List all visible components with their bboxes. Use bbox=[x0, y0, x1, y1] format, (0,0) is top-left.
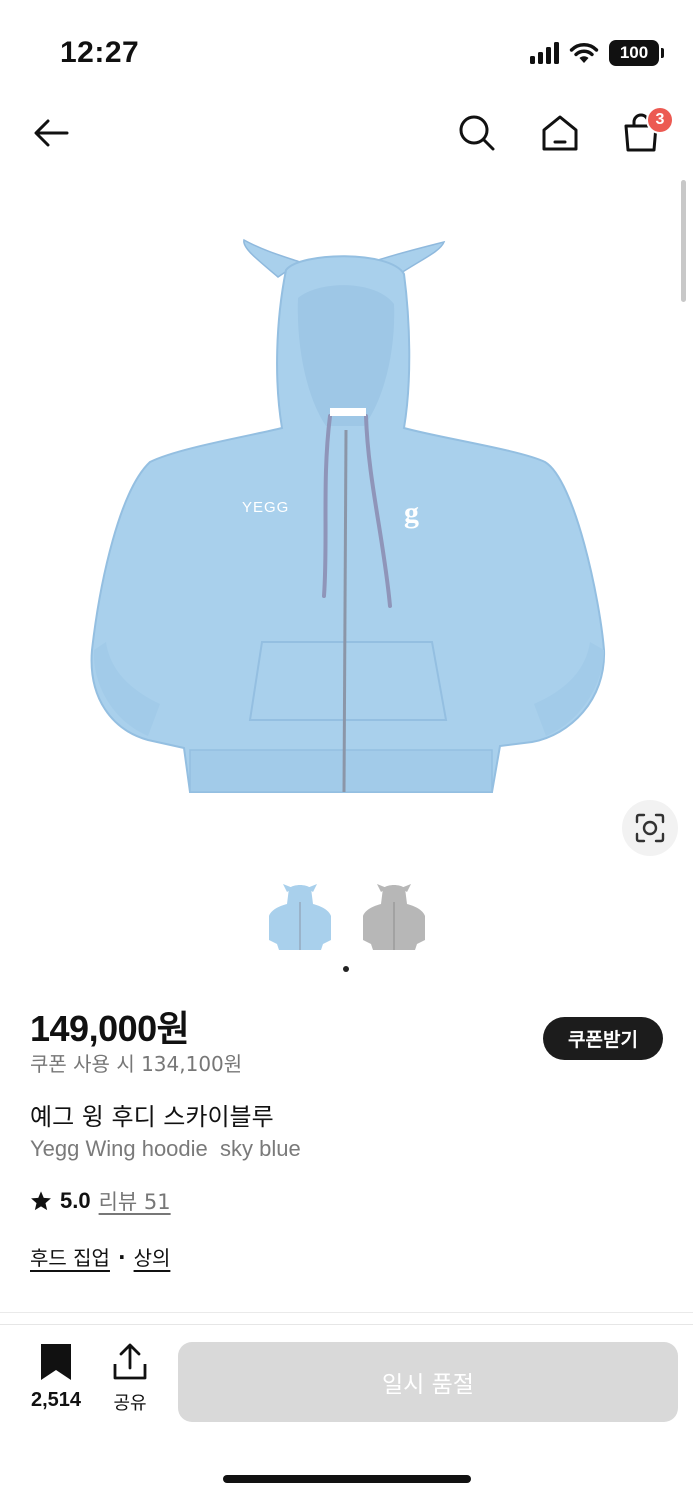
bottom-action-bar: 2,514 공유 일시 품절 bbox=[0, 1324, 693, 1500]
status-time: 12:27 bbox=[60, 36, 140, 69]
status-icons: 100 bbox=[530, 40, 664, 66]
image-thumbnails bbox=[0, 878, 693, 958]
search-icon bbox=[459, 115, 495, 151]
product-image-carousel[interactable]: YEGG g bbox=[0, 180, 693, 870]
category-link-hood-zipup[interactable]: 후드 집업 bbox=[30, 1242, 110, 1271]
search-button[interactable] bbox=[452, 108, 502, 158]
section-divider bbox=[0, 1312, 693, 1313]
navigation-bar: 3 bbox=[0, 100, 693, 170]
share-button[interactable]: 공유 bbox=[104, 1343, 156, 1415]
home-icon bbox=[542, 115, 578, 151]
arrow-left-icon bbox=[34, 119, 69, 147]
bookmark-button[interactable]: 2,514 bbox=[22, 1343, 90, 1412]
visual-search-button[interactable] bbox=[622, 800, 678, 856]
battery-level: 100 bbox=[619, 43, 649, 62]
category-breadcrumb: 후드 집업 · 상의 bbox=[30, 1242, 170, 1271]
product-title-korean: 예그 윙 후디 스카이블루 bbox=[30, 1103, 274, 1131]
camera-scan-icon bbox=[635, 813, 665, 843]
hoodie-thumbnail-gray bbox=[362, 884, 425, 950]
scrollbar[interactable] bbox=[681, 180, 686, 302]
product-price: 149,000원 bbox=[30, 1008, 190, 1049]
battery-icon: 100 bbox=[609, 40, 664, 66]
share-label: 공유 bbox=[113, 1393, 147, 1414]
share-icon bbox=[113, 1343, 147, 1380]
wifi-icon bbox=[569, 43, 599, 63]
home-indicator[interactable] bbox=[223, 1475, 471, 1483]
bookmark-icon bbox=[41, 1344, 71, 1380]
cart-count-badge: 3 bbox=[646, 106, 674, 134]
hoodie-brand-print: YEGG bbox=[242, 499, 289, 516]
category-separator: · bbox=[117, 1244, 126, 1269]
star-icon bbox=[31, 1191, 51, 1211]
bookmark-count: 2,514 bbox=[30, 1389, 82, 1411]
thumbnail-sky-blue[interactable] bbox=[263, 878, 337, 954]
rating-row: 5.0 리뷰 51 bbox=[30, 1186, 171, 1216]
cellular-signal-icon bbox=[530, 42, 559, 64]
hoodie-thumbnail-blue bbox=[268, 884, 331, 950]
product-image: YEGG g bbox=[90, 238, 606, 793]
product-title-english: Yegg Wing hoodie sky blue bbox=[30, 1136, 301, 1161]
cart-button[interactable]: 3 bbox=[616, 106, 674, 158]
home-button[interactable] bbox=[535, 108, 585, 158]
sold-out-button[interactable]: 일시 품절 bbox=[178, 1342, 678, 1422]
back-button[interactable] bbox=[26, 108, 76, 158]
category-link-tops[interactable]: 상의 bbox=[134, 1242, 171, 1271]
rating-score: 5.0 bbox=[60, 1188, 91, 1213]
status-bar: 12:27 100 bbox=[0, 0, 693, 100]
carousel-page-indicator bbox=[343, 966, 349, 972]
thumbnail-gray[interactable] bbox=[357, 878, 431, 954]
coupon-price: 쿠폰 사용 시 134,100원 bbox=[30, 1052, 243, 1076]
get-coupon-button[interactable]: 쿠폰받기 bbox=[543, 1017, 663, 1060]
hoodie-logo-print: g bbox=[404, 496, 419, 529]
review-link[interactable]: 리뷰 51 bbox=[99, 1186, 171, 1216]
